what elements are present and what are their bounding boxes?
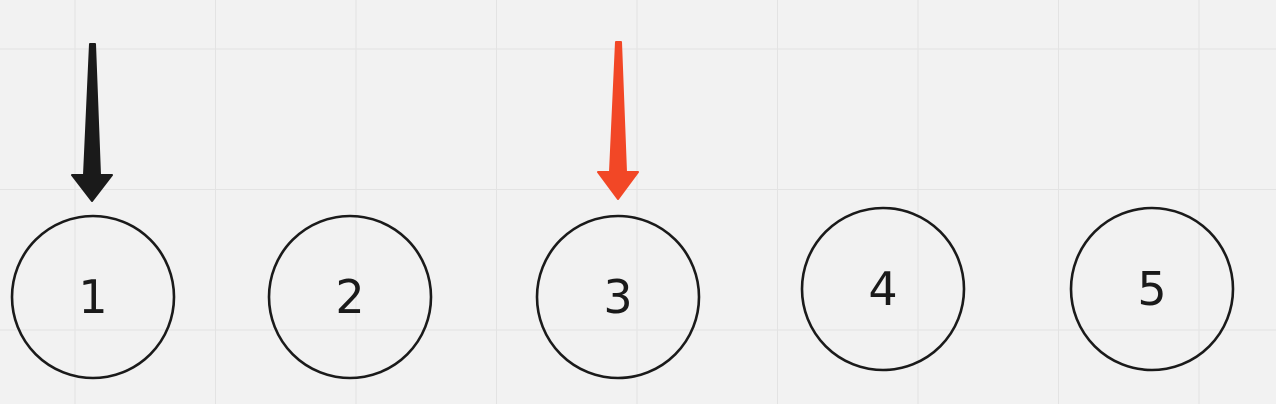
canvas-background bbox=[0, 0, 1276, 404]
node-label: 2 bbox=[335, 270, 364, 324]
node-label: 3 bbox=[603, 270, 632, 324]
node-label: 5 bbox=[1137, 262, 1166, 316]
node-label: 4 bbox=[868, 262, 897, 316]
whiteboard-canvas[interactable]: 1 2 3 4 5 bbox=[0, 0, 1276, 404]
node-label: 1 bbox=[78, 270, 107, 324]
